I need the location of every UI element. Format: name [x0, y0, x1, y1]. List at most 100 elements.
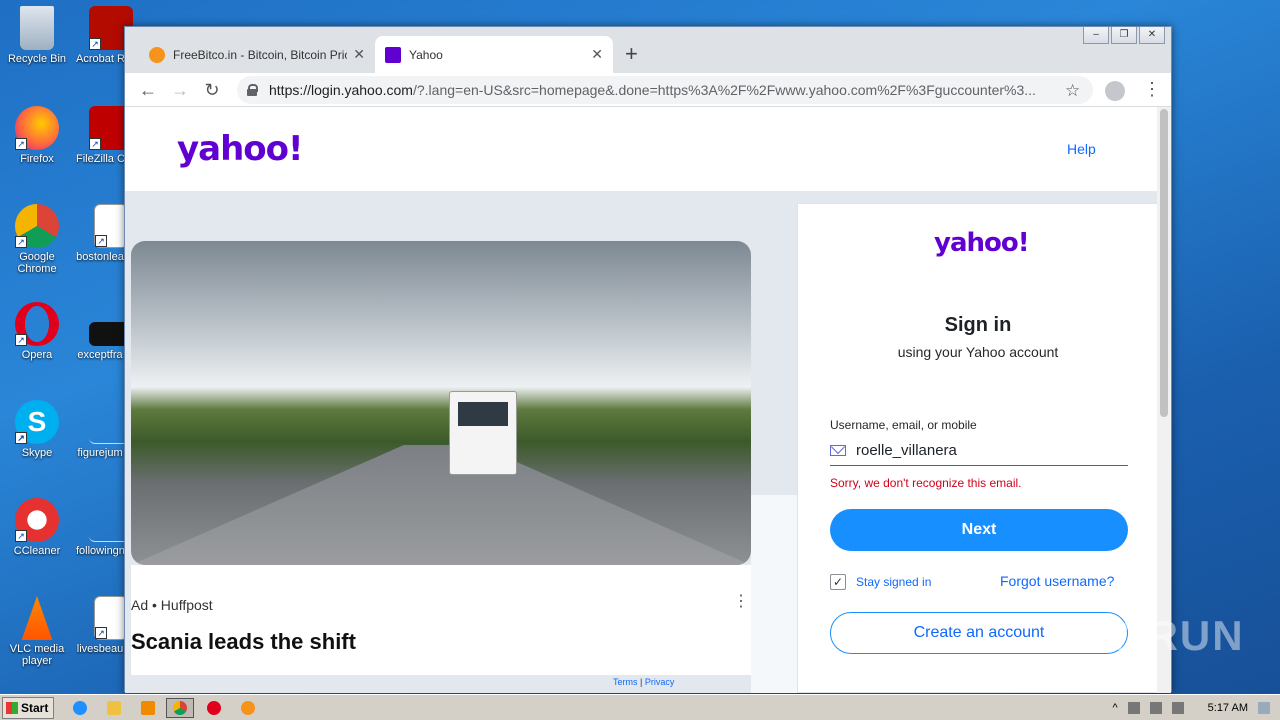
signin-title: Sign in: [944, 314, 1012, 336]
chrome-icon: ↗: [15, 204, 59, 248]
desktop-icon-label: CCleaner: [13, 545, 61, 557]
window-controls: – ❐ ✕: [1083, 27, 1165, 44]
page-scrollbar[interactable]: [1157, 107, 1171, 693]
tab-yahoo[interactable]: Yahoo ✕: [375, 36, 613, 73]
desktop-icon-chrome[interactable]: ↗ Google Chrome: [2, 204, 72, 275]
back-arrow-icon[interactable]: ←: [137, 79, 159, 101]
checkbox-checked-icon[interactable]: ✓: [830, 574, 846, 590]
desktop-icon-label: VLC media player: [9, 643, 65, 667]
taskbar-bitcoin[interactable]: [234, 698, 262, 718]
recycle-bin-icon: [20, 6, 54, 50]
privacy-link[interactable]: Privacy: [645, 677, 675, 687]
taskbar-media-player[interactable]: [134, 698, 162, 718]
desktop-icon-label: FileZilla C: [76, 153, 124, 165]
taskbar-ie[interactable]: [66, 698, 94, 718]
word-document-icon: ↗: [94, 596, 128, 640]
maximize-icon[interactable]: ❐: [1111, 27, 1137, 44]
yahoo-logo[interactable]: yahoo!: [177, 129, 304, 169]
vlc-cone-icon: [21, 596, 53, 640]
footer-links: Terms | Privacy: [613, 677, 675, 687]
truck-graphic: [449, 391, 517, 475]
lock-icon: [247, 84, 258, 96]
desktop-icon-label: Skype: [21, 447, 53, 459]
word-document-icon: ↗: [94, 204, 128, 248]
ad-text-block[interactable]: Ad • Huffpost ⋮ Scania leads the shift: [131, 565, 751, 675]
signin-yahoo-logo: yahoo!: [934, 228, 1030, 258]
taskbar-explorer[interactable]: [100, 698, 128, 718]
username-field[interactable]: roelle_villanera: [830, 436, 1128, 466]
url-path: /?.lang=en-US&src=homepage&.done=https%3…: [412, 82, 1036, 98]
folder-icon: [107, 701, 121, 715]
bookmark-star-icon[interactable]: ☆: [1065, 81, 1080, 101]
yahoo-favicon-icon: [385, 46, 401, 63]
ad-title[interactable]: Scania leads the shift: [131, 629, 356, 655]
menu-dots-icon[interactable]: ⋮: [1143, 79, 1161, 100]
username-label: Username, email, or mobile: [830, 418, 977, 432]
ad-label: Ad • Huffpost: [131, 597, 213, 613]
tab-title: FreeBitco.in - Bitcoin, Bitcoin Price, F: [173, 47, 347, 62]
signin-subtitle: using your Yahoo account: [897, 344, 1059, 360]
close-window-icon[interactable]: ✕: [1139, 27, 1165, 44]
anyrun-watermark: ANY RUN: [1040, 612, 1245, 659]
url-host: https://login.yahoo.com: [269, 82, 413, 98]
stay-signed-in-label: Stay signed in: [856, 575, 932, 589]
forward-arrow-icon[interactable]: →: [169, 79, 191, 101]
page-content: yahoo! Help Ad • Huffpost ⋮ Scania leads…: [125, 107, 1159, 693]
network-icon[interactable]: [1149, 702, 1162, 714]
road-graphic: [131, 445, 751, 565]
mail-icon: [830, 445, 846, 456]
media-player-icon: [141, 701, 155, 715]
yahoo-header: yahoo! Help: [125, 107, 1159, 191]
taskbar-chrome[interactable]: [166, 698, 194, 718]
close-tab-icon[interactable]: ✕: [591, 46, 603, 63]
stay-signed-in-checkbox[interactable]: ✓ Stay signed in: [830, 574, 931, 590]
desktop-icon-vlc[interactable]: VLC media player: [2, 596, 72, 667]
tab-bar: – ❐ ✕ FreeBitco.in - Bitcoin, Bitcoin Pr…: [125, 27, 1171, 73]
system-tray: ^ 5:17 AM: [1102, 697, 1280, 719]
profile-avatar-icon[interactable]: [1105, 81, 1125, 101]
desktop-icon-opera[interactable]: ↗ Opera: [2, 302, 72, 361]
tray-expand-icon[interactable]: ^: [1112, 702, 1117, 714]
desktop-icon-label: followingn: [76, 545, 124, 557]
help-link[interactable]: Help: [1067, 141, 1096, 157]
opera-icon: [207, 701, 221, 715]
volume-icon[interactable]: [1127, 702, 1140, 714]
desktop-icon-label: Acrobat Reader: [76, 53, 124, 65]
start-button[interactable]: Start: [2, 697, 54, 719]
taskbar-opera[interactable]: [200, 698, 228, 718]
firefox-icon: ↗: [15, 106, 59, 150]
browser-toolbar: ← → ↻ https://login.yahoo.com/?.lang=en-…: [125, 73, 1171, 107]
close-tab-icon[interactable]: ✕: [353, 46, 365, 63]
ad-options-icon[interactable]: ⋮: [733, 591, 749, 611]
ccleaner-icon: ↗: [15, 498, 59, 542]
opera-icon: ↗: [15, 302, 59, 346]
show-desktop-icon[interactable]: [1258, 702, 1270, 714]
desktop-icon-firefox[interactable]: ↗ Firefox: [2, 106, 72, 165]
desktop-icon-label: figurejum: [77, 447, 123, 459]
desktop-icon-label: Google Chrome: [17, 251, 57, 275]
error-message: Sorry, we don't recognize this email.: [830, 476, 1022, 490]
tab-title: Yahoo: [409, 47, 443, 62]
desktop-icon-label: bostonlea: [76, 251, 124, 263]
address-bar[interactable]: https://login.yahoo.com/?.lang=en-US&src…: [237, 76, 1093, 104]
desktop-icon-label: exceptfra: [77, 349, 123, 361]
forgot-username-link[interactable]: Forgot username?: [1000, 573, 1114, 589]
ad-image[interactable]: [131, 241, 751, 565]
flag-icon[interactable]: [1171, 702, 1184, 714]
reload-icon[interactable]: ↻: [201, 79, 223, 101]
ie-icon: [73, 701, 87, 715]
desktop-icon-skype[interactable]: S ↗ Skype: [2, 400, 72, 459]
chrome-icon: [173, 701, 187, 715]
clock[interactable]: 5:17 AM: [1208, 702, 1248, 714]
terms-link[interactable]: Terms: [613, 677, 638, 687]
new-tab-icon[interactable]: +: [625, 41, 638, 67]
browser-window: – ❐ ✕ FreeBitco.in - Bitcoin, Bitcoin Pr…: [124, 26, 1172, 693]
bitcoin-icon: [241, 701, 255, 715]
scrollbar-thumb[interactable]: [1160, 109, 1168, 417]
tab-freebitcoin[interactable]: FreeBitco.in - Bitcoin, Bitcoin Price, F…: [139, 36, 375, 73]
desktop-icon-recycle-bin[interactable]: Recycle Bin: [2, 6, 72, 65]
desktop-icon-label: Recycle Bin: [7, 53, 67, 65]
next-button[interactable]: Next: [830, 509, 1128, 551]
desktop-icon-ccleaner[interactable]: ↗ CCleaner: [2, 498, 72, 557]
minimize-icon[interactable]: –: [1083, 27, 1109, 44]
